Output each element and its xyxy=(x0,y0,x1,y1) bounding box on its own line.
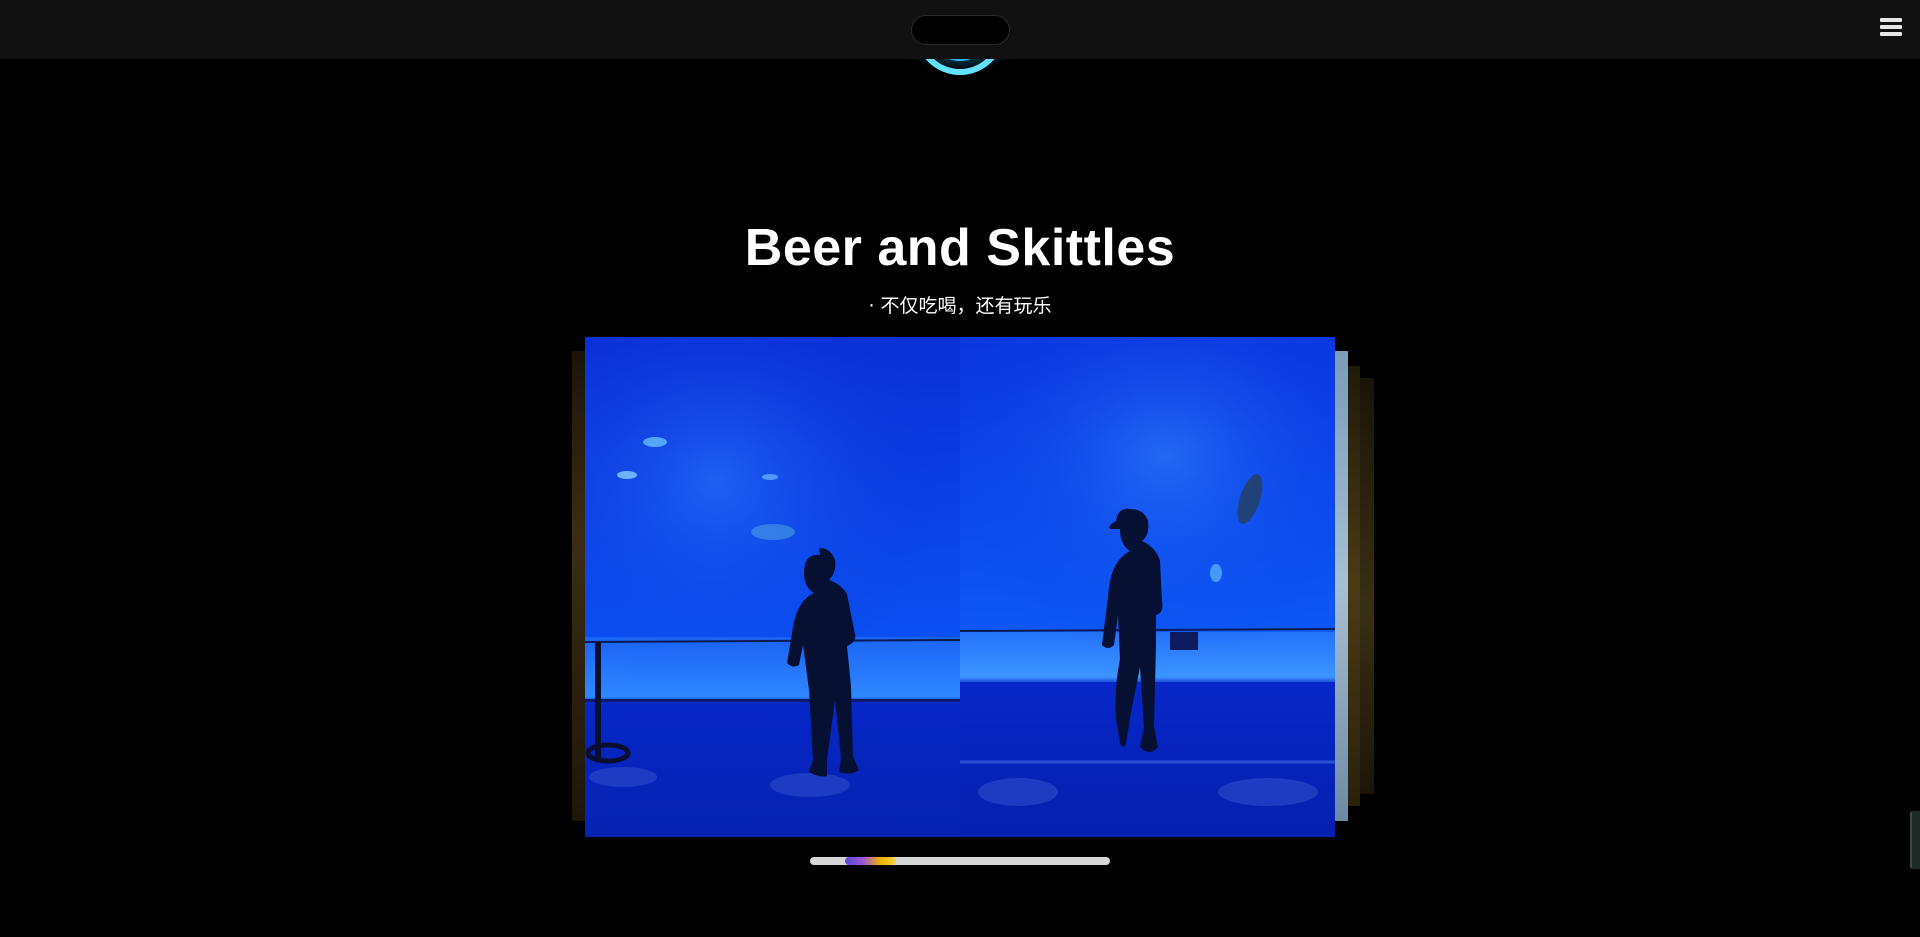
top-navigation-bar xyxy=(0,0,1920,59)
carousel-card-next-1[interactable] xyxy=(1334,351,1348,821)
carousel-card-next-3[interactable] xyxy=(1360,378,1374,794)
carousel-card-previous[interactable] xyxy=(572,351,586,821)
page-title: Beer and Skittles xyxy=(744,219,1176,277)
dynamic-island-pill xyxy=(911,15,1010,45)
menu-line xyxy=(1880,32,1902,36)
carousel-progress-scrollbar[interactable] xyxy=(810,857,1110,865)
aquarium-silhouettes-photo[interactable] xyxy=(585,337,1335,837)
menu-line xyxy=(1880,25,1902,29)
hamburger-menu-icon[interactable] xyxy=(1880,18,1902,40)
photo-carousel[interactable] xyxy=(560,330,1390,850)
photo-panel-right xyxy=(960,337,1335,837)
photo-panel-left xyxy=(585,337,960,837)
page: Beer and Skittles · 不仅吃喝，还有玩乐 xyxy=(0,0,1920,937)
carousel-progress-thumb[interactable] xyxy=(844,857,896,865)
carousel-card-next-2[interactable] xyxy=(1348,366,1360,806)
side-tool-tab[interactable] xyxy=(1910,811,1920,869)
menu-line xyxy=(1880,18,1902,22)
page-subtitle: · 不仅吃喝，还有玩乐 xyxy=(868,295,1052,317)
